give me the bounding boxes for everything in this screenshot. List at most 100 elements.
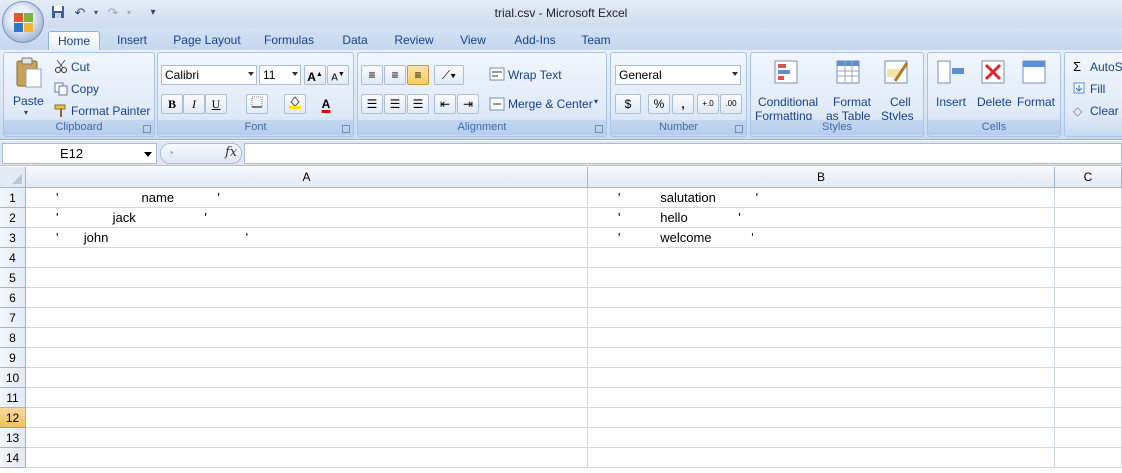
tab-team[interactable]: Team <box>577 31 615 50</box>
tab-data[interactable]: Data <box>336 31 374 50</box>
underline-button[interactable]: U <box>205 94 227 114</box>
font-name-combo[interactable]: Calibri <box>161 65 257 85</box>
row-header[interactable]: 10 <box>0 368 26 388</box>
align-bottom-button[interactable]: ≡ <box>407 65 429 85</box>
row-header[interactable]: 8 <box>0 328 26 348</box>
row-header[interactable]: 14 <box>0 448 26 468</box>
cell-b11[interactable] <box>588 388 1055 408</box>
format-button[interactable]: Format <box>1017 95 1055 109</box>
format-as-table-icon[interactable] <box>835 59 863 90</box>
row-header[interactable]: 1 <box>0 188 26 208</box>
cell-a3[interactable]: ' john ' <box>26 228 588 248</box>
row-header[interactable]: 7 <box>0 308 26 328</box>
cut-icon[interactable] <box>54 59 68 76</box>
alignment-launcher-icon[interactable] <box>595 125 603 133</box>
shrink-font-button[interactable]: A▼ <box>327 65 349 85</box>
cell-a7[interactable] <box>26 308 588 328</box>
tab-formulas[interactable]: Formulas <box>260 31 318 50</box>
tab-add-ins[interactable]: Add-Ins <box>508 31 562 50</box>
cell-c5[interactable] <box>1055 268 1122 288</box>
cell-b1[interactable]: ' salutation ' <box>588 188 1055 208</box>
comma-button[interactable]: , <box>672 94 694 114</box>
cell-c7[interactable] <box>1055 308 1122 328</box>
column-header-b[interactable]: B <box>588 167 1055 188</box>
cell-c12[interactable] <box>1055 408 1122 428</box>
office-button[interactable] <box>2 1 44 43</box>
cell-c11[interactable] <box>1055 388 1122 408</box>
format-painter-button[interactable]: Format Painter <box>71 104 150 118</box>
cell-b10[interactable] <box>588 368 1055 388</box>
cut-button[interactable]: Cut <box>71 60 90 74</box>
cell-b7[interactable] <box>588 308 1055 328</box>
insert-button[interactable]: Insert <box>936 95 966 109</box>
clipboard-launcher-icon[interactable] <box>143 125 151 133</box>
align-center-button[interactable]: ☰ <box>384 94 406 114</box>
font-size-dropdown-icon[interactable] <box>292 72 298 76</box>
delete-button[interactable]: Delete <box>977 95 1012 109</box>
copy-icon[interactable] <box>54 82 68 99</box>
row-header[interactable]: 12 <box>0 408 26 428</box>
insert-function-button[interactable]: fx <box>225 145 237 160</box>
name-box[interactable]: E12 <box>2 143 157 164</box>
tab-home[interactable]: Home <box>48 31 100 50</box>
number-launcher-icon[interactable] <box>735 125 743 133</box>
align-top-button[interactable]: ≡ <box>361 65 383 85</box>
copy-button[interactable]: Copy <box>71 82 99 96</box>
currency-button[interactable]: $ <box>615 94 641 114</box>
cell-a13[interactable] <box>26 428 588 448</box>
column-header-a[interactable]: A <box>26 167 588 188</box>
tab-insert[interactable]: Insert <box>110 31 154 50</box>
cell-b2[interactable]: ' hello ' <box>588 208 1055 228</box>
row-header[interactable]: 6 <box>0 288 26 308</box>
cell-a10[interactable] <box>26 368 588 388</box>
italic-button[interactable]: I <box>183 94 205 114</box>
orientation-button[interactable]: ⟋▾ <box>434 65 464 85</box>
grow-font-button[interactable]: A▲ <box>304 65 326 85</box>
font-size-combo[interactable]: 11 <box>259 65 301 85</box>
merge-dropdown-icon[interactable]: ▾ <box>594 97 598 106</box>
paste-dropdown-icon[interactable]: ▾ <box>24 108 28 117</box>
conditional-formatting-icon[interactable] <box>773 59 801 90</box>
insert-cells-icon[interactable] <box>936 59 966 90</box>
cell-c9[interactable] <box>1055 348 1122 368</box>
cell-c2[interactable] <box>1055 208 1122 228</box>
decrease-indent-button[interactable]: ⇤ <box>434 94 456 114</box>
cell-c8[interactable] <box>1055 328 1122 348</box>
autosum-button[interactable]: AutoS <box>1090 60 1122 74</box>
tab-review[interactable]: Review <box>390 31 438 50</box>
cell-b14[interactable] <box>588 448 1055 468</box>
format-cells-icon[interactable] <box>1021 59 1051 90</box>
cell-styles-icon[interactable] <box>883 59 911 90</box>
resize-grip-icon[interactable]: ◔ <box>167 146 174 160</box>
increase-decimal-button[interactable]: +.0 <box>697 94 719 114</box>
cell-a9[interactable] <box>26 348 588 368</box>
increase-indent-button[interactable]: ⇥ <box>457 94 479 114</box>
cell-a12[interactable] <box>26 408 588 428</box>
paste-button[interactable]: Paste <box>13 94 44 108</box>
cell-c4[interactable] <box>1055 248 1122 268</box>
bold-button[interactable]: B <box>161 94 183 114</box>
merge-center-button[interactable]: Merge & Center <box>508 97 593 111</box>
cell-b13[interactable] <box>588 428 1055 448</box>
cell-c10[interactable] <box>1055 368 1122 388</box>
cell-a14[interactable] <box>26 448 588 468</box>
cell-a4[interactable] <box>26 248 588 268</box>
clear-button[interactable]: Clear <box>1090 104 1119 118</box>
row-header[interactable]: 11 <box>0 388 26 408</box>
cell-styles-label1[interactable]: Cell <box>890 95 911 109</box>
font-name-dropdown-icon[interactable] <box>248 72 254 76</box>
cell-b9[interactable] <box>588 348 1055 368</box>
decrease-decimal-button[interactable]: .00 <box>720 94 742 114</box>
name-box-dropdown-icon[interactable] <box>144 152 152 157</box>
cell-a6[interactable] <box>26 288 588 308</box>
fill-button[interactable]: Fill <box>1090 82 1105 96</box>
cell-a5[interactable] <box>26 268 588 288</box>
row-header[interactable]: 2 <box>0 208 26 228</box>
number-format-dropdown-icon[interactable] <box>732 72 738 76</box>
tab-view[interactable]: View <box>454 31 492 50</box>
row-header[interactable]: 9 <box>0 348 26 368</box>
worksheet-grid[interactable]: A B C 1 ' name ' ' salutation ' 2 ' jack ' ' … <box>0 167 1122 473</box>
cell-b3[interactable]: ' welcome ' <box>588 228 1055 248</box>
cell-a8[interactable] <box>26 328 588 348</box>
row-header[interactable]: 3 <box>0 228 26 248</box>
